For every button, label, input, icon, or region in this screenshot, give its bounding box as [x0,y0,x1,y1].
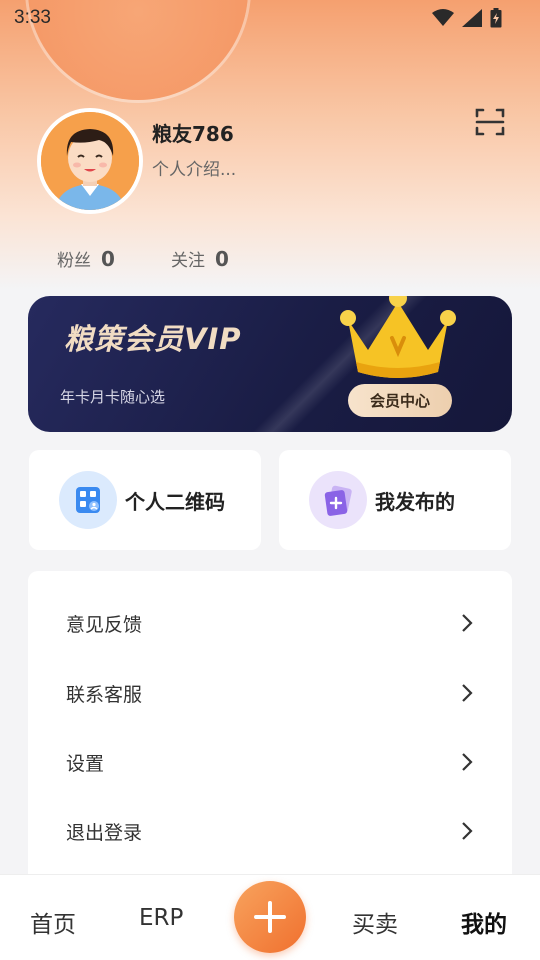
my-posts-label: 我发布的 [375,489,455,514]
menu-item-customer-service[interactable]: 联系客服 [28,663,512,723]
qrcode-card[interactable]: 个人二维码 [29,450,261,550]
vip-subtitle: 年卡月卡随心选 [60,388,166,406]
scan-icon[interactable] [474,106,506,138]
publish-icon [309,471,367,529]
tab-home[interactable]: 首页 [30,905,76,939]
wifi-icon [432,9,454,26]
signal-icon [462,9,482,27]
crown-icon [340,296,456,378]
publish-button[interactable] [234,881,306,953]
tab-mine[interactable]: 我的 [461,905,507,939]
nickname[interactable]: 粮友786 [152,118,234,147]
status-bar: 3:33 [0,0,540,36]
chevron-right-icon [462,614,473,632]
menu-item-label: 意见反馈 [66,613,143,636]
tab-trade[interactable]: 买卖 [352,905,398,939]
follow-stat[interactable]: 关注 0 [171,246,229,271]
menu-item-label: 设置 [66,752,105,775]
menu-item-settings[interactable]: 设置 [28,732,512,792]
fans-count: 0 [101,247,115,271]
chevron-right-icon [462,822,473,840]
follow-label: 关注 [171,251,205,271]
battery-icon [490,8,502,28]
menu-item-label: 退出登录 [66,821,143,844]
menu-item-label: 联系客服 [66,683,143,706]
avatar-illustration [41,112,139,210]
status-icons [432,8,502,28]
vip-banner[interactable]: 粮策会员VIP 年卡月卡随心选 会员中心 [28,296,512,432]
member-center-button[interactable]: 会员中心 [348,384,452,417]
qrcode-icon [59,471,117,529]
plus-icon [254,901,286,933]
menu-item-logout[interactable]: 退出登录 [28,801,512,861]
fans-stat[interactable]: 粉丝 0 [57,246,115,271]
bio-text[interactable]: 个人介绍... [152,155,236,180]
status-time: 3:33 [14,7,51,28]
chevron-right-icon [462,753,473,771]
settings-menu: 意见反馈 联系客服 设置 退出登录 [28,571,512,891]
chevron-right-icon [462,684,473,702]
tab-erp[interactable]: ERP [139,905,183,931]
menu-item-feedback[interactable]: 意见反馈 [28,593,512,653]
avatar[interactable] [37,108,143,214]
fans-label: 粉丝 [57,251,91,271]
follow-count: 0 [215,247,229,271]
my-posts-card[interactable]: 我发布的 [279,450,511,550]
qrcode-label: 个人二维码 [125,489,225,514]
vip-title: 粮策会员VIP [64,322,242,356]
